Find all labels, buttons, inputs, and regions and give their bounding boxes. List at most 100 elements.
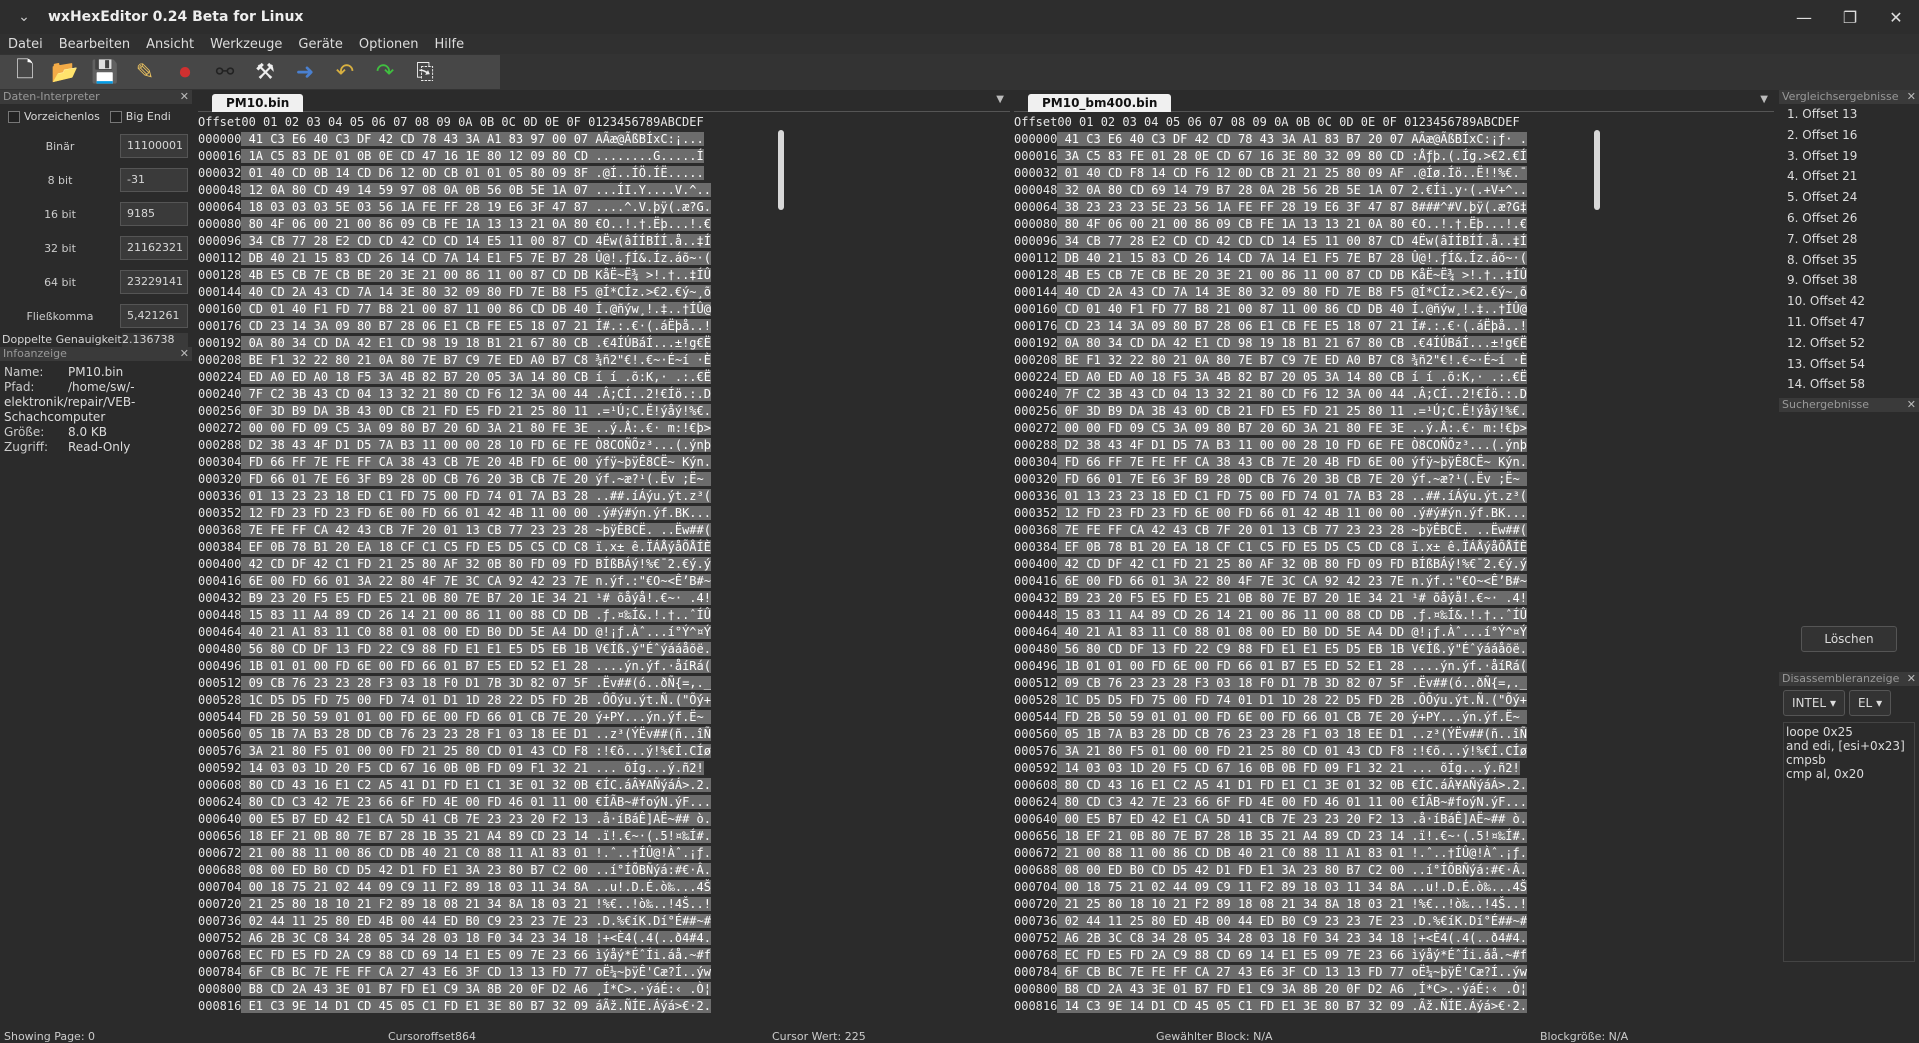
hex-row[interactable]: 000176 CD 23 14 3A 09 80 B7 28 06 E1 CB … <box>198 318 711 335</box>
hex-row[interactable]: 000528 1C D5 D5 FD 75 00 FD 74 01 D1 1D … <box>1014 692 1527 709</box>
hex-bytes[interactable]: 40 21 A1 83 11 C0 88 01 08 00 ED B0 DD 5… <box>241 625 596 639</box>
menu-help[interactable]: Hilfe <box>427 37 473 52</box>
close-icon[interactable]: ✕ <box>1907 672 1916 686</box>
ascii-text[interactable]: ..ý.Å:.€· m:!€þ> <box>595 421 711 435</box>
ascii-text[interactable]: @!¡ƒ.Àˆ...í°Ý^¤Ý <box>595 625 711 639</box>
ascii-text[interactable]: !%€..!ò‰..!4Š..! <box>1411 897 1527 911</box>
hex-row[interactable]: 000000 41 C3 E6 40 C3 DF 42 CD 78 43 3A … <box>1014 131 1527 148</box>
ascii-text[interactable]: ýfÿ~þÿÊ8CË~ Kýn. <box>1411 455 1527 469</box>
ascii-text[interactable]: .ý#ý#ýn.ýf.BK... <box>595 506 711 520</box>
hex-bytes[interactable]: 1A C5 83 DE 01 0B 0E CD 47 16 1E 80 12 0… <box>241 149 596 163</box>
hex-row[interactable]: 000224 ED A0 ED A0 18 F5 3A 4B 82 B7 20 … <box>1014 369 1527 386</box>
hex-row[interactable]: 000096 34 CB 77 28 E2 CD CD 42 CD CD 14 … <box>1014 233 1527 250</box>
hex-row[interactable]: 000288 D2 38 43 4F D1 D5 7A B3 11 00 00 … <box>1014 437 1527 454</box>
hex-row[interactable]: 000352 12 FD 23 FD 23 FD 6E 00 FD 66 01 … <box>1014 505 1527 522</box>
hex-bytes[interactable]: E1 C3 9E 14 D1 CD 45 05 C1 FD E1 3E 80 B… <box>241 999 596 1013</box>
ascii-text[interactable]: :Åƒþ.(.Íg.>€2.€Í <box>1411 149 1527 163</box>
compare-result-item[interactable]: 8. Offset 35 <box>1779 250 1919 271</box>
ascii-text[interactable]: .ï!.€~·(.5!¤‰Í#. <box>1411 829 1527 843</box>
hex-bytes[interactable]: 01 13 23 23 18 ED C1 FD 75 00 FD 74 01 7… <box>241 489 596 503</box>
hex-bytes[interactable]: 18 EF 21 0B 80 7E B7 28 1B 35 21 A4 89 C… <box>241 829 596 843</box>
menu-view[interactable]: Ansicht <box>138 37 202 52</box>
ascii-text[interactable]: n.ýf.:"€O~<Ê’B#~ <box>595 574 711 588</box>
hex-bytes[interactable]: 01 40 CD 0B 14 CD D6 12 0D CB 01 01 05 8… <box>241 166 596 180</box>
hex-row[interactable]: 000320 FD 66 01 7E E6 3F B9 28 0D CB 76 … <box>1014 471 1527 488</box>
hex-bytes[interactable]: 08 00 ED B0 CD D5 42 D1 FD E1 3A 23 80 B… <box>241 863 596 877</box>
ascii-text[interactable]: .D.%€íK.Dí°É##~# <box>1411 914 1527 928</box>
hex-bytes[interactable]: 6F CB BC 7E FE FF CA 27 43 E6 3F CD 13 1… <box>1057 965 1412 979</box>
hex-row[interactable]: 000016 1A C5 83 DE 01 0B 0E CD 47 16 1E … <box>198 148 711 165</box>
hex-bytes[interactable]: 1C D5 D5 FD 75 00 FD 74 01 D1 1D 28 22 D… <box>241 693 596 707</box>
hex-row[interactable]: 000704 00 18 75 21 02 44 09 C9 11 F2 89 … <box>1014 879 1527 896</box>
ascii-text[interactable]: @Í*CÍz.>€2.€ý~¸õ <box>595 285 711 299</box>
hex-bytes[interactable]: 42 CD DF 42 C1 FD 21 25 80 AF 32 0B 80 F… <box>1057 557 1412 571</box>
ascii-text[interactable]: €O..!.†.Ëþ...!.€ <box>595 217 711 231</box>
hex-bytes[interactable]: CD 01 40 F1 FD 77 B8 21 00 87 11 00 86 C… <box>1057 302 1412 316</box>
hex-row[interactable]: 000304 FD 66 FF 7E FE FF CA 38 43 CB 7E … <box>1014 454 1527 471</box>
ascii-text[interactable]: .@Í..ÍÖ.ÍË..... <box>595 166 704 180</box>
hex-bytes[interactable]: 00 18 75 21 02 44 09 C9 11 F2 89 18 03 1… <box>241 880 596 894</box>
ascii-text[interactable]: .å·íBáÊ]AË~## ò. <box>1411 812 1527 826</box>
hex-row[interactable]: 000032 01 40 CD 0B 14 CD D6 12 0D CB 01 … <box>198 165 711 182</box>
hex-row[interactable]: 000736 02 44 11 25 80 ED 4B 00 44 ED B0 … <box>1014 913 1527 930</box>
hex-row[interactable]: 000656 18 EF 21 0B 80 7E B7 28 1B 35 21 … <box>1014 828 1527 845</box>
compare-result-item[interactable]: 4. Offset 21 <box>1779 166 1919 187</box>
hex-bytes[interactable]: 7E FE FF CA 42 43 CB 7F 20 01 13 CB 77 2… <box>1057 523 1412 537</box>
hex-row[interactable]: 000000 41 C3 E6 40 C3 DF 42 CD 78 43 3A … <box>198 131 711 148</box>
hex-row[interactable]: 000688 08 00 ED B0 CD D5 42 D1 FD E1 3A … <box>1014 862 1527 879</box>
hex-row[interactable]: 000352 12 FD 23 FD 23 FD 6E 00 FD 66 01 … <box>198 505 711 522</box>
hex-bytes[interactable]: 14 03 03 1D 20 F5 CD 67 16 0B 0B FD 09 F… <box>241 761 596 775</box>
save-icon[interactable]: 💾 <box>88 57 122 87</box>
ascii-text[interactable]: ìýåý*ÉˆÍi.áå.~#f <box>595 948 711 962</box>
hex-bytes[interactable]: EF 0B 78 B1 20 EA 18 CF C1 C5 FD E5 D5 C… <box>241 540 596 554</box>
hex-row[interactable]: 000784 6F CB BC 7E FE FF CA 27 43 E6 3F … <box>1014 964 1527 981</box>
ascii-text[interactable]: oË¼~þÿÊ'Cæ?Í..ýw <box>595 965 711 979</box>
hex-row[interactable]: 000464 40 21 A1 83 11 C0 88 01 08 00 ED … <box>198 624 711 641</box>
hex-bytes[interactable]: CD 23 14 3A 09 80 B7 28 06 E1 CB FE E5 1… <box>1057 319 1412 333</box>
compare-result-item[interactable]: 6. Offset 26 <box>1779 208 1919 229</box>
hex-bytes[interactable]: 6F CB BC 7E FE FF CA 27 43 E6 3F CD 13 1… <box>241 965 596 979</box>
compare-result-item[interactable]: 12. Offset 52 <box>1779 333 1919 354</box>
hex-bytes[interactable]: 6E 00 FD 66 01 3A 22 80 4F 7E 3C CA 92 4… <box>241 574 596 588</box>
hex-row[interactable]: 000816 E1 C3 9E 14 D1 CD 45 05 C1 FD E1 … <box>198 998 711 1015</box>
hex-bytes[interactable]: 09 CB 76 23 23 28 F3 03 18 F0 D1 7B 3D 8… <box>1057 676 1412 690</box>
hex-bytes[interactable]: 14 03 03 1D 20 F5 CD 67 16 0B 0B FD 09 F… <box>1057 761 1412 775</box>
menu-file[interactable]: Datei <box>0 37 51 52</box>
compare-result-item[interactable]: 13. Offset 54 <box>1779 354 1919 375</box>
hex-row[interactable]: 000800 B8 CD 2A 43 3E 01 B7 FD E1 C9 3A … <box>1014 981 1527 998</box>
compare-result-item[interactable]: 3. Offset 19 <box>1779 146 1919 167</box>
hex-row[interactable]: 000080 80 4F 06 00 21 00 86 09 CB FE 1A … <box>1014 216 1527 233</box>
hex-row[interactable]: 000320 FD 66 01 7E E6 3F B9 28 0D CB 76 … <box>198 471 711 488</box>
float-value-field[interactable]: 5,421261 <box>120 304 188 328</box>
ascii-text[interactable]: áÃž.ÑÍE.Áýá>€·2. <box>595 999 711 1013</box>
hex-row[interactable]: 000560 05 1B 7A B3 28 DD CB 76 23 23 28 … <box>1014 726 1527 743</box>
ascii-text[interactable]: ..z³(ÝËv##(ñ..îÑ <box>595 727 711 741</box>
ascii-text[interactable]: ý+PY...ýn.ýf.Ë~ <box>595 710 711 724</box>
compare-result-item[interactable]: 2. Offset 16 <box>1779 125 1919 146</box>
hex-row[interactable]: 000272 00 00 FD 09 C5 3A 09 80 B7 20 6D … <box>1014 420 1527 437</box>
tab-dropdown-icon[interactable]: ▼ <box>1760 94 1768 105</box>
8bit-value-field[interactable]: -31 <box>120 168 188 192</box>
hex-bytes[interactable]: 02 44 11 25 80 ED 4B 00 44 ED B0 C9 23 2… <box>241 914 596 928</box>
ascii-text[interactable]: !.ˆ..†ÍÛ@!Àˆ.¡ƒ. <box>595 846 711 860</box>
hex-bytes[interactable]: EC FD E5 FD 2A C9 88 CD 69 14 E1 E5 09 7… <box>1057 948 1412 962</box>
close-file-icon[interactable]: ⏺ <box>168 57 202 87</box>
hex-row[interactable]: 000208 BE F1 32 22 80 21 0A 80 7E B7 C9 … <box>198 352 711 369</box>
ascii-text[interactable]: Ò8COÑÕz³...(.ýnþ <box>1411 438 1527 452</box>
ascii-text[interactable]: Û@!.ƒÍ&.Íz.áõ~·( <box>595 251 711 265</box>
hex-bytes[interactable]: 00 00 FD 09 C5 3A 09 80 B7 20 6D 3A 21 8… <box>1057 421 1412 435</box>
ascii-text[interactable]: ..í°ÍÕBÑýá:#€·Â. <box>595 863 711 877</box>
hex-bytes[interactable]: B9 23 20 F5 E5 FD E5 21 0B 80 7E B7 20 1… <box>1057 591 1412 605</box>
hex-bytes[interactable]: 05 1B 7A B3 28 DD CB 76 23 23 28 F1 03 1… <box>1057 727 1412 741</box>
ascii-text[interactable]: ï.x± ê.ÏÁÅýåÕÅÍÈ <box>1411 540 1527 554</box>
hex-bytes[interactable]: DB 40 21 15 83 CD 26 14 CD 7A 14 E1 F5 7… <box>241 251 596 265</box>
menu-edit[interactable]: Bearbeiten <box>51 37 138 52</box>
hex-row[interactable]: 000128 4B E5 CB 7E CB BE 20 3E 21 00 86 … <box>1014 267 1527 284</box>
hex-row[interactable]: 000432 B9 23 20 F5 E5 FD E5 21 0B 80 7E … <box>1014 590 1527 607</box>
hex-row[interactable]: 000432 B9 23 20 F5 E5 FD E5 21 0B 80 7E … <box>198 590 711 607</box>
hex-grid[interactable]: Offset00 01 02 03 04 05 06 07 08 09 0A 0… <box>198 114 711 1015</box>
hex-row[interactable]: 000720 21 25 80 18 10 21 F2 89 18 08 21 … <box>198 896 711 913</box>
ascii-text[interactable]: ìýåý*ÉˆÍi.áå.~#f <box>1411 948 1527 962</box>
hex-bytes[interactable]: D2 38 43 4F D1 D5 7A B3 11 00 00 28 10 F… <box>241 438 596 452</box>
hex-row[interactable]: 000736 02 44 11 25 80 ED 4B 00 44 ED B0 … <box>198 913 711 930</box>
